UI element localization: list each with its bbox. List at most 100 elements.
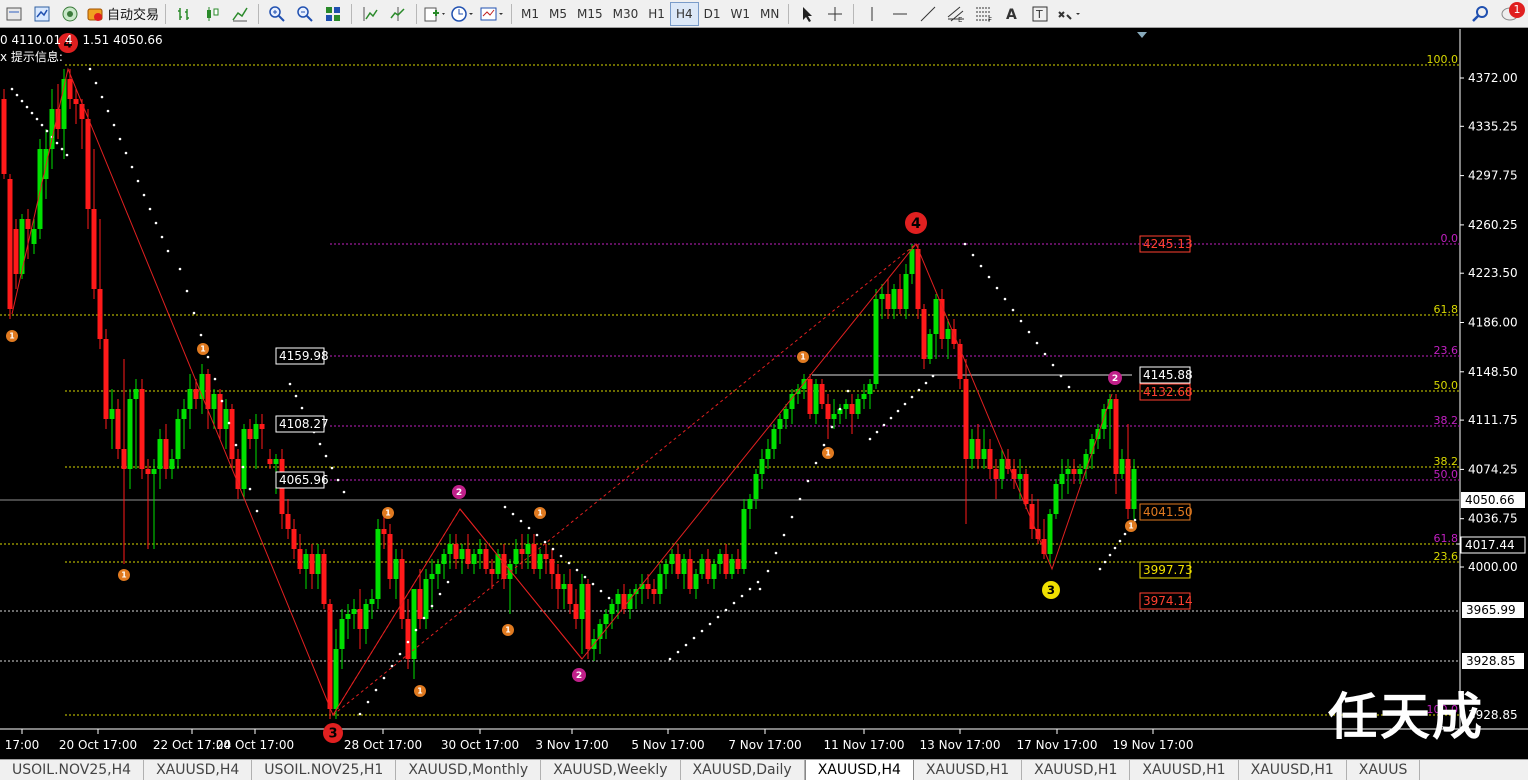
timeframe-d1[interactable]: D1: [699, 3, 726, 25]
candle-body: [133, 389, 139, 399]
candle-body: [375, 529, 381, 599]
chart-tab[interactable]: USOIL.NOV25,H4: [0, 760, 145, 780]
vertical-line-icon[interactable]: [860, 3, 884, 25]
bar-chart-icon[interactable]: [172, 3, 196, 25]
sar-dot: [45, 129, 49, 133]
chart-tab[interactable]: XAUUSD,Daily: [681, 760, 805, 780]
sar-dot: [430, 604, 434, 608]
sar-dot: [766, 569, 770, 573]
zoom-out-icon[interactable]: [293, 3, 317, 25]
candle-body: [85, 119, 91, 209]
timeframe-h4[interactable]: H4: [669, 1, 699, 26]
chart-canvas[interactable]: 4372.00 4335.25 4297.75 4260.25 4223.50 4186.…: [0, 29, 1528, 759]
sar-dot: [398, 652, 402, 656]
chart-tab[interactable]: XAUUSD,H1: [1130, 760, 1239, 780]
horizontal-line-icon[interactable]: [888, 3, 912, 25]
notifications-button[interactable]: 1: [1496, 1, 1526, 25]
chart-tab[interactable]: XAUUSD,Monthly: [396, 760, 542, 780]
sar-dot: [607, 596, 611, 600]
price-tick-label: 4335.25: [1468, 119, 1518, 133]
auto-trading-button[interactable]: 自动交易: [86, 3, 159, 25]
candle-body: [259, 424, 265, 429]
candlestick-chart-icon[interactable]: [200, 3, 224, 25]
fibonacci-icon[interactable]: F: [972, 3, 996, 25]
candle-body: [13, 229, 19, 274]
sar-dot: [336, 478, 340, 482]
timeframe-m5[interactable]: M5: [544, 3, 572, 25]
trendline-icon[interactable]: [916, 3, 940, 25]
timeframe-m15[interactable]: M15: [572, 3, 608, 25]
timeframe-m1[interactable]: M1: [516, 3, 544, 25]
candle-body: [363, 604, 369, 629]
sar-dot: [136, 179, 140, 183]
sar-dot: [917, 388, 921, 392]
sar-dot: [822, 443, 826, 447]
search-icon[interactable]: [1468, 3, 1492, 25]
fib-level-label: 0.0: [1441, 232, 1459, 245]
candle-body: [459, 549, 465, 559]
chart-tab[interactable]: XAUUSD,H1: [914, 760, 1023, 780]
candle-body: [67, 79, 73, 99]
timeframe-m30[interactable]: M30: [608, 3, 644, 25]
sar-dot: [987, 275, 991, 279]
arrows-dropdown-icon[interactable]: [1056, 3, 1082, 25]
templates-icon[interactable]: [479, 3, 505, 25]
fib-price-label: 4108.27: [279, 417, 329, 431]
candle-body: [399, 559, 405, 619]
sar-dot: [868, 437, 872, 441]
sar-dot: [390, 664, 394, 668]
timeframe-mn[interactable]: MN: [755, 3, 784, 25]
sar-dot: [206, 355, 210, 359]
sar-dot: [112, 123, 116, 127]
sar-dot: [55, 141, 59, 145]
text-label-icon[interactable]: T: [1028, 3, 1052, 25]
fib-level-label: 50.0: [1434, 379, 1459, 392]
chart-tab[interactable]: XAUUSD,H4: [144, 760, 253, 780]
chart-shift-icon[interactable]: [358, 3, 382, 25]
market-watch-icon[interactable]: [30, 3, 54, 25]
indicators-icon[interactable]: [423, 3, 447, 25]
sar-dot: [740, 594, 744, 598]
timeframe-h1[interactable]: H1: [643, 3, 670, 25]
line-chart-icon[interactable]: [228, 3, 252, 25]
chart-tab[interactable]: XAUUSD,H1: [1022, 760, 1131, 780]
sar-dot: [1011, 308, 1015, 312]
sar-dot: [1067, 385, 1071, 389]
fib-level-label: 61.8: [1434, 532, 1459, 545]
sar-dot: [963, 242, 967, 246]
candle-body: [489, 569, 495, 574]
timeframe-w1[interactable]: W1: [725, 3, 755, 25]
tile-windows-icon[interactable]: [321, 3, 345, 25]
crosshair-icon[interactable]: [823, 3, 847, 25]
chart-tabs-bar: USOIL.NOV25,H4 XAUUSD,H4 USOIL.NOV25,H1 XAU…: [0, 759, 1528, 780]
zoom-in-icon[interactable]: [265, 3, 289, 25]
candle-body: [31, 229, 37, 244]
chart-tab[interactable]: XAUUSD,H1: [1239, 760, 1347, 780]
sar-dot: [288, 382, 292, 386]
chart-tab[interactable]: USOIL.NOV25,H1: [252, 760, 397, 780]
fib-price-label: 4065.96: [279, 473, 329, 487]
sar-dot: [1118, 539, 1122, 543]
sar-dot: [148, 207, 152, 211]
chart-info-line: 0 4110.01 4 1.51 4050.66: [0, 33, 163, 47]
chart-tab[interactable]: XAUUSD,H4: [804, 760, 914, 780]
autoscroll-icon[interactable]: [386, 3, 410, 25]
sar-dot: [342, 490, 346, 494]
chart-tab[interactable]: XAUUS: [1347, 760, 1421, 780]
price-tick-label: 4148.50: [1468, 365, 1518, 379]
sar-dot: [716, 615, 720, 619]
periods-clock-icon[interactable]: [451, 3, 475, 25]
cursor-icon[interactable]: [795, 3, 819, 25]
sar-dot: [118, 137, 122, 141]
navigator-icon[interactable]: [58, 3, 82, 25]
sar-dot: [1003, 297, 1007, 301]
price-chart[interactable]: 4372.00 4335.25 4297.75 4260.25 4223.50 4186.…: [0, 29, 1528, 759]
equidistant-channel-icon[interactable]: E: [944, 3, 968, 25]
sar-dot: [324, 454, 328, 458]
wave-label-number: 1: [505, 626, 510, 635]
text-icon[interactable]: A: [1000, 3, 1024, 25]
sar-dot: [700, 629, 704, 633]
profiles-icon[interactable]: [2, 3, 26, 25]
sar-dot: [708, 622, 712, 626]
chart-tab[interactable]: XAUUSD,Weekly: [541, 760, 681, 780]
